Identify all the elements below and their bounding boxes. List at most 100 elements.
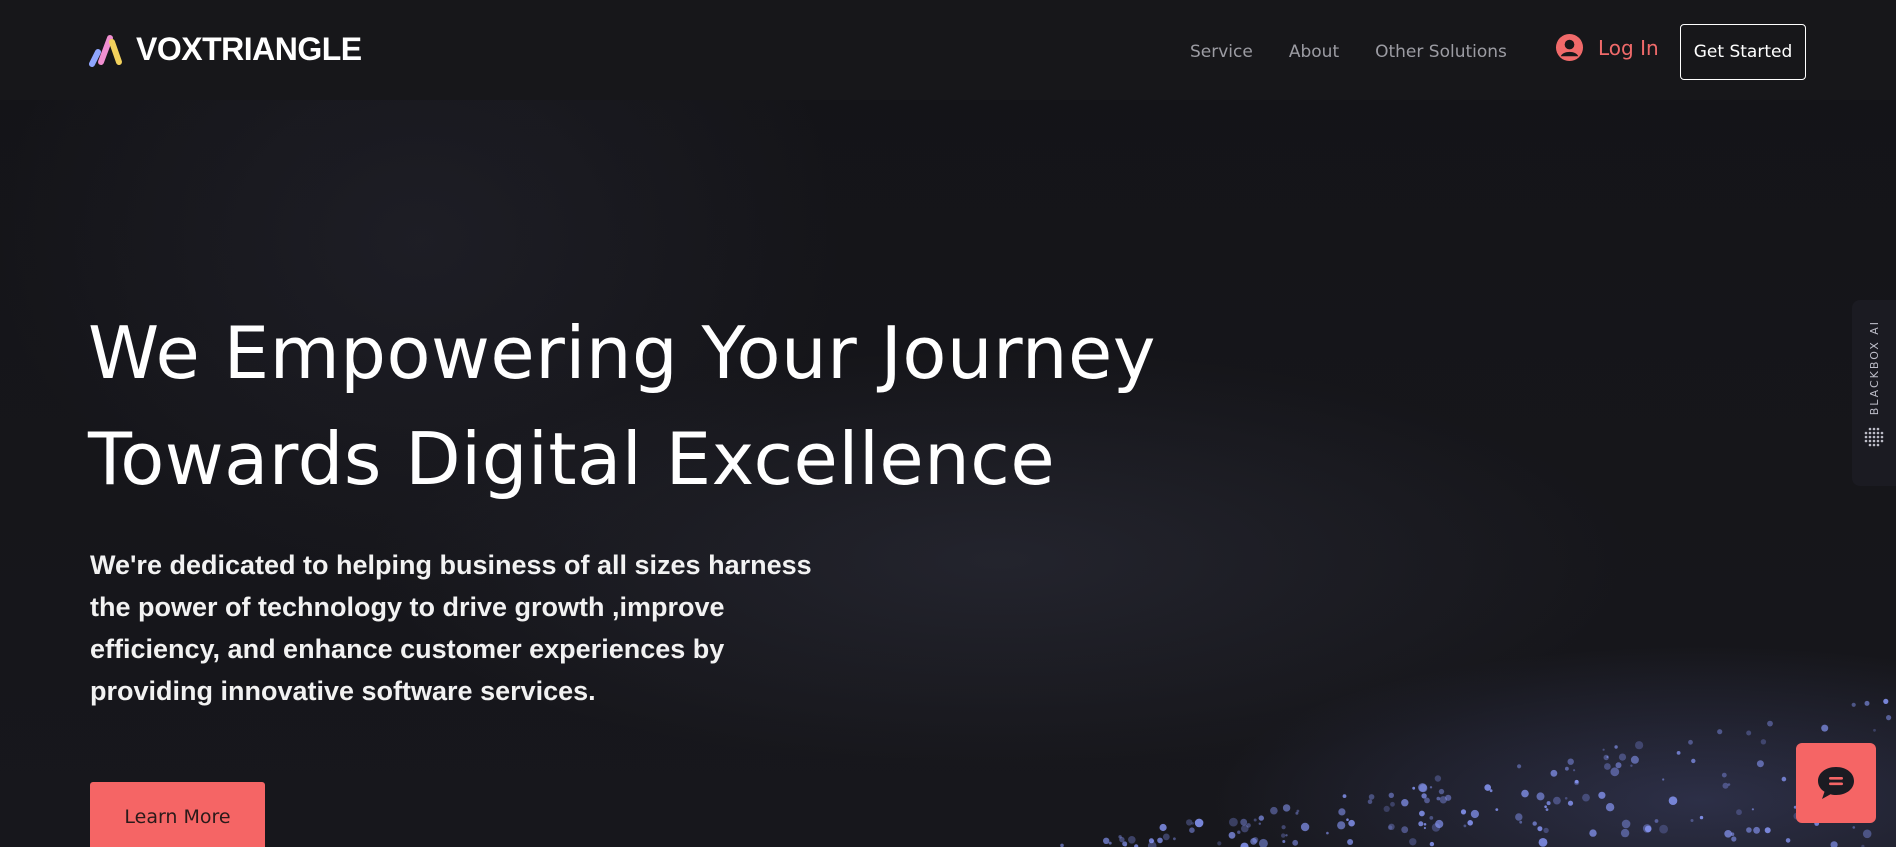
- wave-particle: [1620, 828, 1630, 838]
- wave-particle: [1564, 797, 1568, 800]
- blackbox-ai-side-tab[interactable]: BLACKBOX AI: [1852, 300, 1896, 486]
- wave-particle: [1830, 841, 1838, 847]
- wave-particle: [1173, 837, 1176, 841]
- wave-particle: [1862, 829, 1872, 839]
- wave-particle: [1751, 808, 1754, 811]
- wave-particle: [1517, 764, 1522, 769]
- wave-particle: [1162, 833, 1170, 841]
- nav-item-about[interactable]: About: [1289, 42, 1339, 62]
- wave-particle: [1463, 824, 1467, 828]
- wave-particle: [1270, 806, 1278, 815]
- wave-particle: [1515, 813, 1523, 821]
- wave-particle: [1281, 825, 1286, 830]
- wave-particle: [1598, 791, 1606, 799]
- wave-particle: [1538, 838, 1548, 847]
- wave-particle: [1851, 702, 1856, 707]
- wave-particle: [1764, 827, 1771, 834]
- wave-particle: [1886, 715, 1892, 721]
- wave-particle: [1108, 841, 1112, 845]
- wave-particle: [1721, 772, 1727, 778]
- wave-particle: [1368, 794, 1375, 800]
- wave-particle: [1342, 794, 1347, 798]
- wave-particle: [1668, 796, 1678, 805]
- wave-particle: [1589, 829, 1597, 837]
- wave-particle: [1610, 767, 1620, 777]
- wave-particle: [1717, 729, 1723, 735]
- wave-particle: [1676, 751, 1681, 755]
- wave-particle: [1401, 799, 1409, 807]
- brand-logo[interactable]: VOXTRIANGLE: [88, 28, 362, 70]
- triple-stripe-logo-icon: [89, 35, 122, 67]
- wave-particle: [1157, 837, 1163, 844]
- wave-particle: [1618, 753, 1627, 761]
- wave-particle: [1736, 809, 1742, 816]
- wave-particle: [1429, 841, 1435, 847]
- wave-particle: [1606, 756, 1609, 758]
- wave-particle: [1604, 763, 1611, 770]
- nav-item-other-solutions[interactable]: Other Solutions: [1375, 42, 1507, 62]
- wave-particle: [1642, 824, 1652, 833]
- wave-particle: [1390, 801, 1395, 807]
- login-label: Log In: [1598, 35, 1659, 60]
- side-tab-label: BLACKBOX AI: [1867, 320, 1881, 416]
- wave-particle: [1699, 815, 1704, 820]
- wave-particle: [1873, 728, 1876, 732]
- wave-particle: [1521, 789, 1529, 798]
- wave-particle: [1691, 758, 1696, 764]
- wave-particle: [1148, 838, 1154, 844]
- wave-particle: [1388, 792, 1395, 798]
- wave-particle: [1536, 792, 1545, 801]
- wave-particle: [1419, 784, 1428, 793]
- wave-particle: [1326, 831, 1329, 835]
- wave-particle: [1429, 816, 1434, 820]
- wave-particle: [1124, 844, 1127, 847]
- wave-particle: [1630, 755, 1639, 764]
- chat-bubble-icon: [1818, 767, 1854, 799]
- nav-item-service[interactable]: Service: [1190, 42, 1253, 62]
- wave-particle: [1852, 826, 1856, 829]
- wave-particle: [1614, 745, 1618, 749]
- wave-particle: [1295, 811, 1299, 815]
- get-started-button[interactable]: Get Started: [1680, 24, 1806, 80]
- wave-particle: [1767, 720, 1773, 727]
- wave-particle: [1436, 796, 1441, 801]
- wave-particle: [1347, 839, 1354, 845]
- chat-button[interactable]: [1796, 743, 1876, 823]
- wave-particle: [1567, 758, 1574, 765]
- main-nav: Service About Other Solutions: [1190, 42, 1507, 62]
- wave-particle: [1423, 823, 1427, 826]
- brand-name: VOXTRIANGLE: [136, 30, 362, 67]
- user-circle-icon: [1555, 33, 1584, 62]
- wave-particle: [1519, 820, 1523, 824]
- hero-title-line-1: We Empowering Your Journey: [88, 311, 1156, 395]
- wave-particle: [1421, 793, 1427, 799]
- wave-particle: [1159, 823, 1167, 832]
- wave-particle: [1194, 818, 1204, 828]
- wave-particle: [1573, 769, 1576, 772]
- wave-particle: [1722, 782, 1729, 789]
- wave-particle: [1635, 741, 1644, 750]
- wave-particle: [1103, 837, 1110, 844]
- learn-more-button[interactable]: Learn More: [90, 782, 265, 847]
- wave-particle: [1435, 819, 1444, 829]
- hero-title: We Empowering Your Journey Towards Digit…: [88, 300, 1288, 512]
- wave-particle: [1621, 819, 1631, 829]
- wave-particle: [1337, 821, 1346, 830]
- wave-particle: [1258, 815, 1265, 821]
- wave-particle: [1753, 826, 1760, 834]
- wave-particle: [1495, 808, 1499, 811]
- wave-particle: [1544, 805, 1547, 808]
- wave-particle: [1537, 826, 1543, 832]
- wave-particle: [1746, 730, 1752, 736]
- wave-particle: [1348, 819, 1355, 827]
- wave-particle: [1467, 820, 1473, 826]
- wave-particle: [1756, 760, 1764, 768]
- wave-particle: [1240, 842, 1249, 847]
- wave-particle: [1460, 809, 1467, 815]
- wave-particle: [1246, 823, 1251, 828]
- wave-particle: [1484, 784, 1491, 791]
- wave-particle: [1128, 836, 1136, 844]
- login-link[interactable]: Log In: [1555, 33, 1659, 62]
- wave-particle: [1532, 821, 1537, 826]
- wave-particle: [1746, 827, 1752, 833]
